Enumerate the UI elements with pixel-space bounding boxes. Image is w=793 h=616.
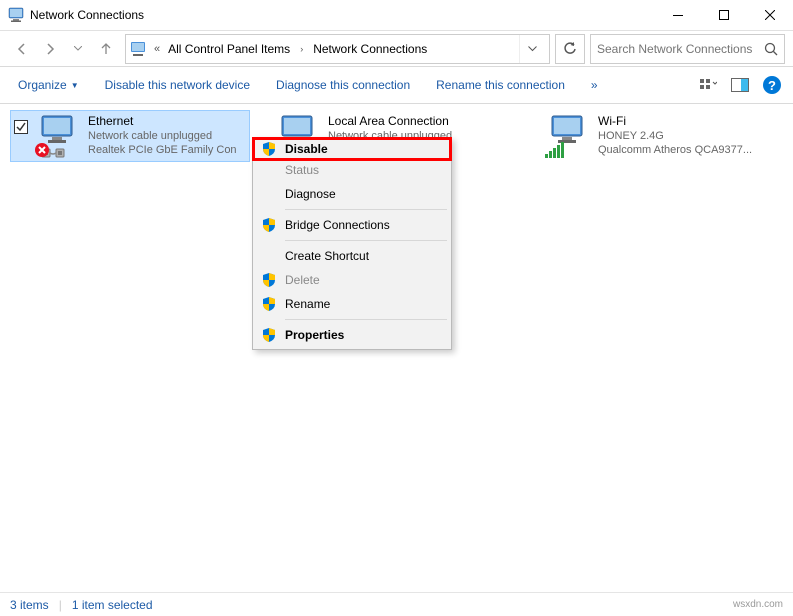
preview-pane-icon	[731, 78, 749, 92]
chevron-down-icon	[528, 46, 537, 52]
context-delete: Delete	[255, 268, 449, 292]
toolbar-overflow[interactable]: »	[583, 74, 606, 96]
help-icon: ?	[763, 76, 781, 94]
maximize-button[interactable]	[701, 0, 747, 30]
ethernet-adapter-icon	[34, 114, 82, 158]
disable-device-button[interactable]: Disable this network device	[97, 74, 258, 96]
back-arrow-icon	[15, 42, 29, 56]
breadcrumb-parent[interactable]: All Control Panel Items	[164, 40, 294, 58]
context-diagnose[interactable]: Diagnose	[255, 182, 449, 206]
breadcrumb-prefix: «	[154, 43, 160, 55]
connection-adapter: Qualcomm Atheros QCA9377...	[598, 143, 752, 157]
network-connections-icon	[8, 7, 24, 23]
context-properties[interactable]: Properties	[255, 323, 449, 347]
forward-button[interactable]	[36, 35, 64, 63]
organize-label: Organize	[18, 78, 67, 92]
wifi-adapter-icon	[544, 114, 592, 158]
connection-item-wifi[interactable]: Wi-Fi HONEY 2.4G Qualcomm Atheros QCA937…	[540, 110, 770, 162]
maximize-icon	[719, 10, 729, 20]
search-input[interactable]	[597, 42, 764, 56]
history-dropdown[interactable]	[64, 35, 92, 63]
command-toolbar: Organize ▼ Disable this network device D…	[0, 66, 793, 104]
connection-item-ethernet[interactable]: Ethernet Network cable unplugged Realtek…	[10, 110, 250, 162]
navigation-bar: « All Control Panel Items › Network Conn…	[0, 30, 793, 66]
delete-label: Delete	[285, 273, 320, 287]
connection-status: Network cable unplugged	[88, 129, 237, 143]
context-shortcut[interactable]: Create Shortcut	[255, 244, 449, 268]
breadcrumb-chevron-icon[interactable]: ›	[294, 44, 309, 54]
shield-icon	[261, 141, 277, 157]
checkbox-checked-icon	[14, 120, 28, 134]
status-label: Status	[285, 163, 319, 177]
minimize-icon	[673, 15, 683, 16]
up-button[interactable]	[92, 35, 120, 63]
separator	[285, 240, 447, 241]
network-connections-small-icon	[130, 41, 146, 57]
forward-arrow-icon	[43, 42, 57, 56]
context-bridge[interactable]: Bridge Connections	[255, 213, 449, 237]
window-controls	[655, 0, 793, 30]
separator	[285, 209, 447, 210]
minimize-button[interactable]	[655, 0, 701, 30]
watermark-text: wsxdn.com	[733, 599, 783, 610]
rename-label: Rename	[285, 297, 330, 311]
help-button[interactable]: ?	[761, 74, 783, 96]
back-button[interactable]	[8, 35, 36, 63]
connection-name: Ethernet	[88, 114, 237, 129]
view-options-button[interactable]	[697, 74, 719, 96]
chevron-down-icon: ▼	[71, 81, 79, 90]
context-status: Status	[255, 158, 449, 182]
connection-status: HONEY 2.4G	[598, 129, 752, 143]
breadcrumb-current[interactable]: Network Connections	[309, 40, 431, 58]
selection-checkbox[interactable]	[14, 120, 30, 158]
address-dropdown[interactable]	[519, 35, 545, 63]
connection-name: Wi-Fi	[598, 114, 752, 129]
close-button[interactable]	[747, 0, 793, 30]
up-arrow-icon	[99, 42, 113, 56]
shield-icon	[261, 327, 277, 343]
organize-button[interactable]: Organize ▼	[10, 74, 87, 96]
refresh-icon	[563, 42, 577, 56]
title-bar: Network Connections	[0, 0, 793, 30]
selected-count: 1 item selected	[72, 598, 153, 612]
connection-text: Wi-Fi HONEY 2.4G Qualcomm Atheros QCA937…	[598, 114, 752, 158]
chevron-down-icon	[74, 46, 82, 51]
context-menu: Disable Status Diagnose Bridge Connectio…	[252, 137, 452, 350]
refresh-button[interactable]	[555, 34, 585, 64]
separator	[285, 319, 447, 320]
item-count: 3 items	[10, 598, 49, 612]
close-icon	[765, 10, 775, 20]
search-icon[interactable]	[764, 42, 778, 56]
connection-name: Local Area Connection	[328, 114, 452, 129]
diagnose-button[interactable]: Diagnose this connection	[268, 74, 418, 96]
status-separator: |	[59, 598, 62, 612]
connection-text: Ethernet Network cable unplugged Realtek…	[88, 114, 237, 158]
search-box[interactable]	[590, 34, 785, 64]
shield-icon	[261, 272, 277, 288]
view-icon	[699, 77, 717, 93]
connection-adapter: Realtek PCIe GbE Family Con	[88, 143, 237, 157]
context-disable[interactable]: Disable	[252, 137, 452, 161]
preview-pane-button[interactable]	[729, 74, 751, 96]
diagnose-label: Diagnose	[285, 187, 336, 201]
rename-button[interactable]: Rename this connection	[428, 74, 573, 96]
error-x-icon	[34, 142, 50, 158]
status-bar: 3 items | 1 item selected wsxdn.com	[0, 592, 793, 616]
signal-bars-icon	[544, 142, 564, 158]
window-title: Network Connections	[30, 8, 655, 22]
shortcut-label: Create Shortcut	[285, 249, 369, 263]
context-rename[interactable]: Rename	[255, 292, 449, 316]
properties-label: Properties	[285, 328, 344, 342]
bridge-label: Bridge Connections	[285, 218, 390, 232]
address-bar[interactable]: « All Control Panel Items › Network Conn…	[125, 34, 550, 64]
shield-icon	[261, 217, 277, 233]
disable-label: Disable	[285, 142, 328, 156]
shield-icon	[261, 296, 277, 312]
